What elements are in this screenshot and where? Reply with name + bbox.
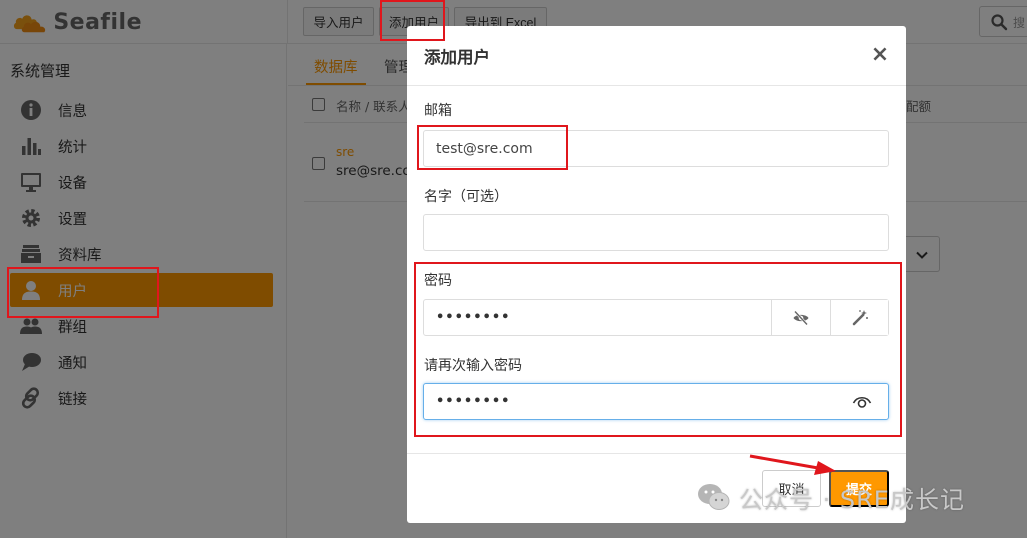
wechat-icon xyxy=(698,484,730,510)
dialog-header-divider xyxy=(407,85,906,86)
watermark-text: 公众号 · SRE成长记 xyxy=(739,485,965,514)
email-label: 邮箱 xyxy=(424,103,452,119)
annotation-box-passwords xyxy=(414,262,902,437)
dialog-title: 添加用户 xyxy=(424,48,490,67)
annotation-box-users xyxy=(7,267,159,318)
name-label: 名字（可选） xyxy=(424,189,508,205)
annotation-box-email xyxy=(417,125,568,170)
annotation-box-add-user xyxy=(380,0,445,41)
watermark: 公众号 · SRE成长记 xyxy=(697,477,965,517)
close-icon[interactable]: × xyxy=(869,42,891,67)
annotation-arrow-icon xyxy=(749,454,836,475)
name-field[interactable] xyxy=(423,214,889,251)
